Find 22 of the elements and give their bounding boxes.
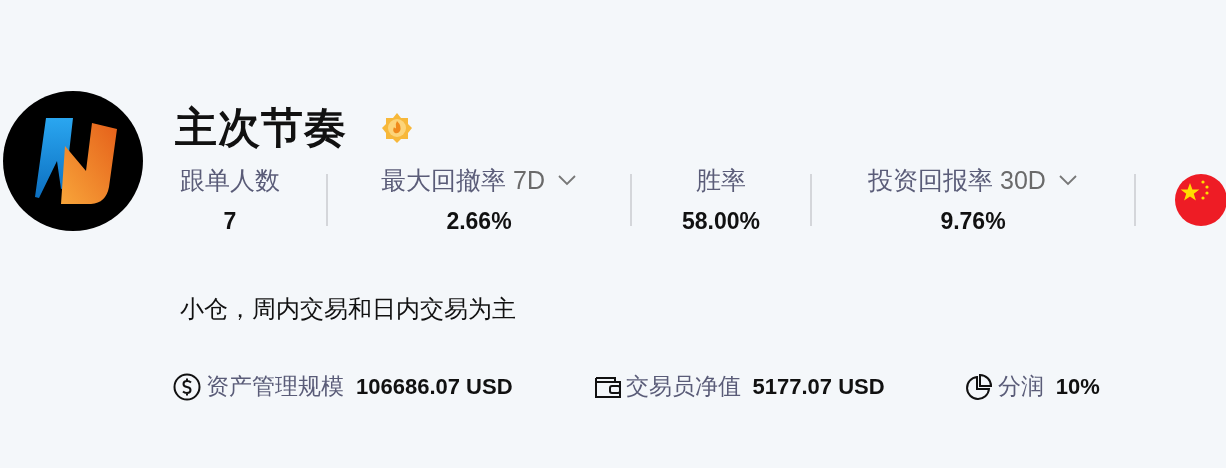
- trader-name: 主次节奏: [175, 103, 347, 153]
- stat-value: 7: [223, 208, 237, 235]
- description-text: 小仓，周内交易和日内交易为主: [180, 294, 517, 324]
- stat-label: 跟单人数: [180, 164, 280, 196]
- detail-value: 5177.07 USD: [752, 373, 885, 400]
- stat-value: 58.00%: [682, 208, 760, 235]
- flag-icon: [1175, 173, 1226, 226]
- detail-label: 资产管理规模: [206, 372, 344, 401]
- badge-icon: [381, 112, 413, 144]
- stat-value: 9.76%: [940, 208, 1006, 235]
- stat-label: 胜率: [696, 164, 746, 196]
- stat-value: 2.66%: [446, 208, 512, 235]
- detail-label: 交易员净值: [625, 372, 741, 401]
- detail-label: 分润: [997, 372, 1044, 401]
- stat-dropdown[interactable]: 投资回报率 30D: [868, 164, 1078, 196]
- detail-value: 10%: [1055, 373, 1100, 400]
- chevron-down-icon[interactable]: [556, 174, 577, 186]
- detail-value: 106686.07 USD: [356, 373, 513, 400]
- dollar-icon: [173, 372, 203, 401]
- chevron-down-icon[interactable]: [1057, 174, 1078, 186]
- pie-icon: [964, 372, 995, 401]
- stat-dropdown[interactable]: 最大回撤率 7D: [381, 164, 577, 196]
